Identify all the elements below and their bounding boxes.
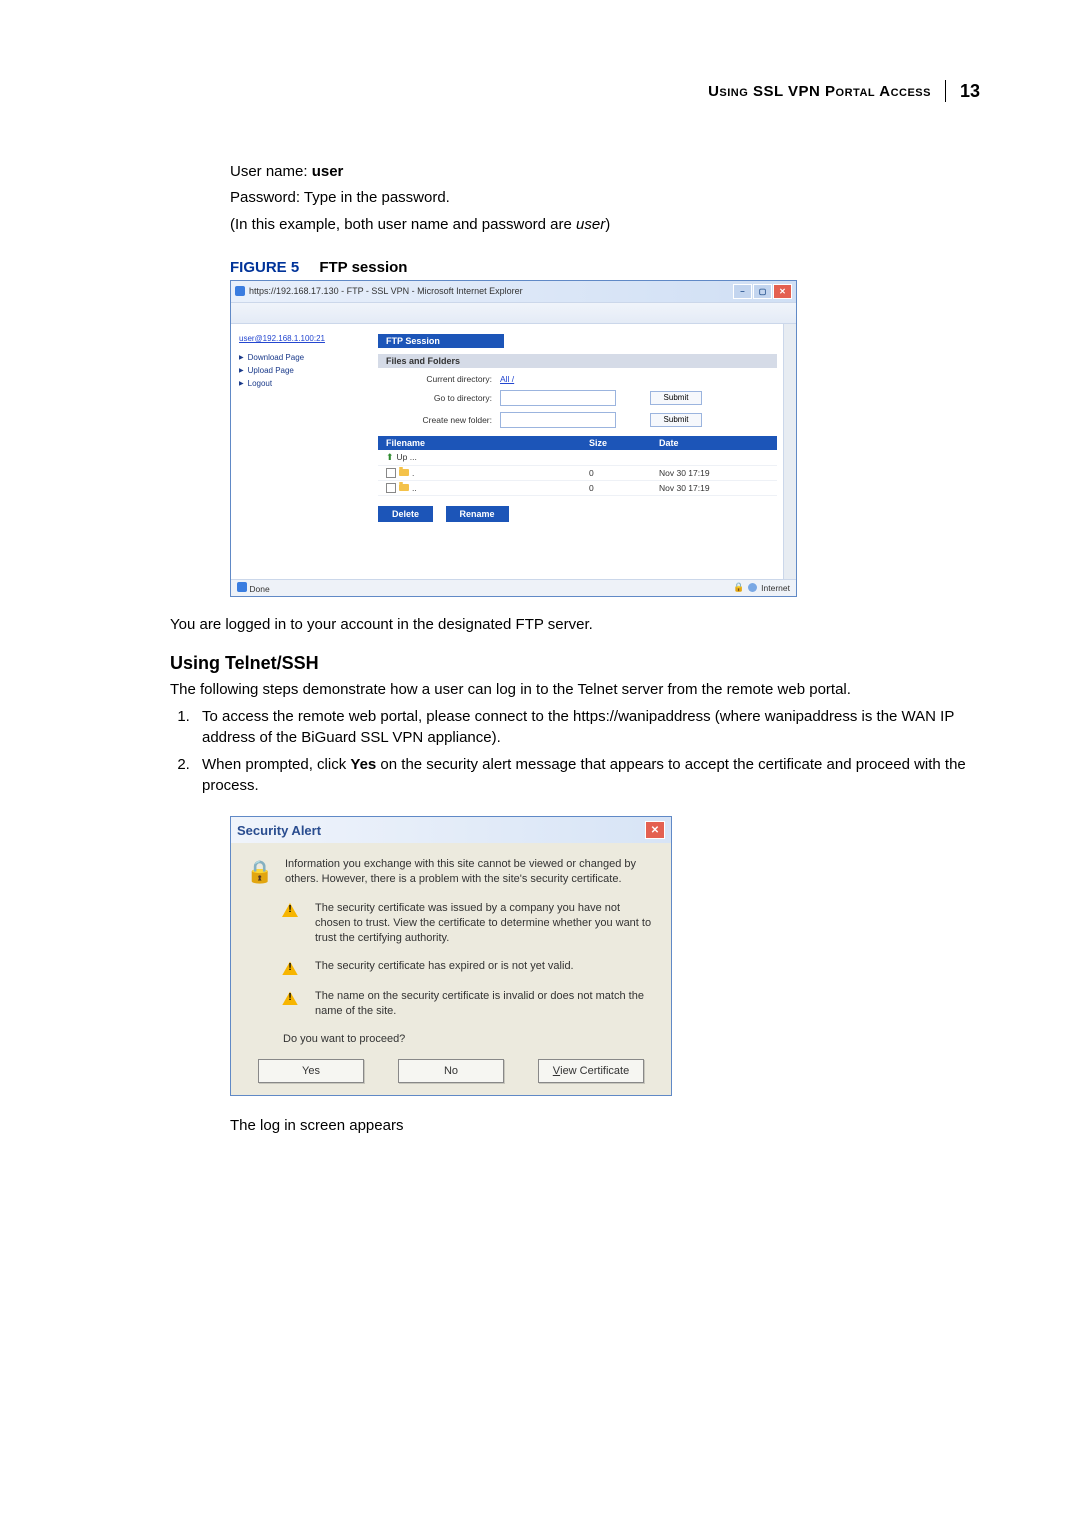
alert-question: Do you want to proceed? — [283, 1033, 657, 1045]
file-table-header: Filename Size Date — [378, 436, 777, 450]
alert-intro: Information you exchange with this site … — [285, 857, 657, 887]
globe-icon — [748, 583, 757, 592]
figure5-caption: FIGURE 5 FTP session — [230, 259, 980, 276]
warning-icon — [282, 903, 298, 917]
create-folder-input[interactable] — [500, 412, 616, 428]
table-row-up[interactable]: ⬆Up ... — [378, 450, 777, 466]
alert-title: Security Alert — [237, 823, 321, 838]
ftp-user-link[interactable]: user@192.168.1.100:21 — [239, 334, 364, 343]
after-alert-text: The log in screen appears — [230, 1116, 980, 1136]
telnet-steps: To access the remote web portal, please … — [194, 706, 980, 796]
ftp-sidebar: user@192.168.1.100:21 ▶Download Page ▶Up… — [231, 324, 372, 579]
header-title: Using SSL VPN Portal Access — [708, 83, 931, 100]
no-button[interactable]: No — [398, 1059, 504, 1083]
goto-directory-input[interactable] — [500, 390, 616, 406]
ftp-window: https://192.168.17.130 - FTP - SSL VPN -… — [230, 280, 797, 597]
files-folders-heading: Files and Folders — [378, 354, 777, 368]
status-bar: Done 🔒 Internet — [231, 579, 796, 596]
warning-icon — [282, 991, 298, 1005]
up-arrow-icon: ⬆ — [386, 452, 394, 463]
yes-button[interactable]: Yes — [258, 1059, 364, 1083]
minimize-button[interactable]: – — [733, 284, 752, 299]
password-line: Password: Type in the password. — [230, 188, 980, 208]
checkbox[interactable] — [386, 468, 396, 478]
alert-titlebar: Security Alert ✕ — [231, 817, 671, 843]
page-number: 13 — [960, 81, 980, 102]
table-row[interactable]: .. 0 Nov 30 17:19 — [378, 481, 777, 496]
step-1: To access the remote web portal, please … — [194, 706, 980, 748]
delete-button[interactable]: Delete — [378, 506, 433, 522]
lock-icon: 🔒 — [246, 859, 273, 887]
folder-icon — [399, 469, 409, 476]
rename-button[interactable]: Rename — [446, 506, 509, 522]
ie-icon — [235, 286, 245, 296]
folder-icon — [399, 484, 409, 491]
sidebar-item-download[interactable]: ▶Download Page — [239, 353, 364, 362]
ftp-window-title: https://192.168.17.130 - FTP - SSL VPN -… — [235, 286, 523, 296]
maximize-button[interactable]: ▢ — [753, 284, 772, 299]
browser-toolbar — [231, 302, 796, 324]
alert-item-2: The security certificate has expired or … — [315, 959, 657, 975]
sidebar-item-upload[interactable]: ▶Upload Page — [239, 366, 364, 375]
close-button[interactable]: ✕ — [773, 284, 792, 299]
triangle-icon: ▶ — [239, 367, 244, 374]
goto-directory-row: Go to directory: Submit — [378, 390, 777, 406]
ie-icon — [237, 582, 247, 592]
telnet-intro: The following steps demonstrate how a us… — [170, 680, 980, 700]
step-2: When prompted, click Yes on the security… — [194, 754, 980, 796]
checkbox[interactable] — [386, 483, 396, 493]
scrollbar[interactable] — [783, 324, 796, 579]
after-figure-text: You are logged in to your account in the… — [170, 615, 980, 635]
current-directory-row: Current directory: All / — [378, 374, 777, 384]
sidebar-item-logout[interactable]: ▶Logout — [239, 379, 364, 388]
ftp-titlebar: https://192.168.17.130 - FTP - SSL VPN -… — [231, 281, 796, 302]
username-line: User name: user — [230, 162, 980, 182]
create-folder-row: Create new folder: Submit — [378, 412, 777, 428]
example-note: (In this example, both user name and pas… — [230, 215, 980, 235]
table-row[interactable]: . 0 Nov 30 17:19 — [378, 466, 777, 481]
warning-icon — [282, 961, 298, 975]
triangle-icon: ▶ — [239, 354, 244, 361]
goto-submit-button[interactable]: Submit — [650, 391, 702, 405]
current-dir-link[interactable]: All / — [500, 374, 514, 384]
security-alert-dialog: Security Alert ✕ 🔒 Information you excha… — [230, 816, 672, 1096]
close-icon[interactable]: ✕ — [645, 821, 665, 839]
telnet-heading: Using Telnet/SSH — [170, 653, 980, 674]
view-certificate-button[interactable]: View Certificate — [538, 1059, 644, 1083]
triangle-icon: ▶ — [239, 380, 244, 387]
header-separator — [945, 80, 946, 102]
ftp-session-heading: FTP Session — [378, 334, 504, 348]
create-submit-button[interactable]: Submit — [650, 413, 702, 427]
alert-item-1: The security certificate was issued by a… — [315, 901, 657, 946]
page-header: Using SSL VPN Portal Access 13 — [170, 80, 980, 102]
alert-item-3: The name on the security certificate is … — [315, 989, 657, 1019]
lock-icon: 🔒 — [733, 582, 744, 593]
